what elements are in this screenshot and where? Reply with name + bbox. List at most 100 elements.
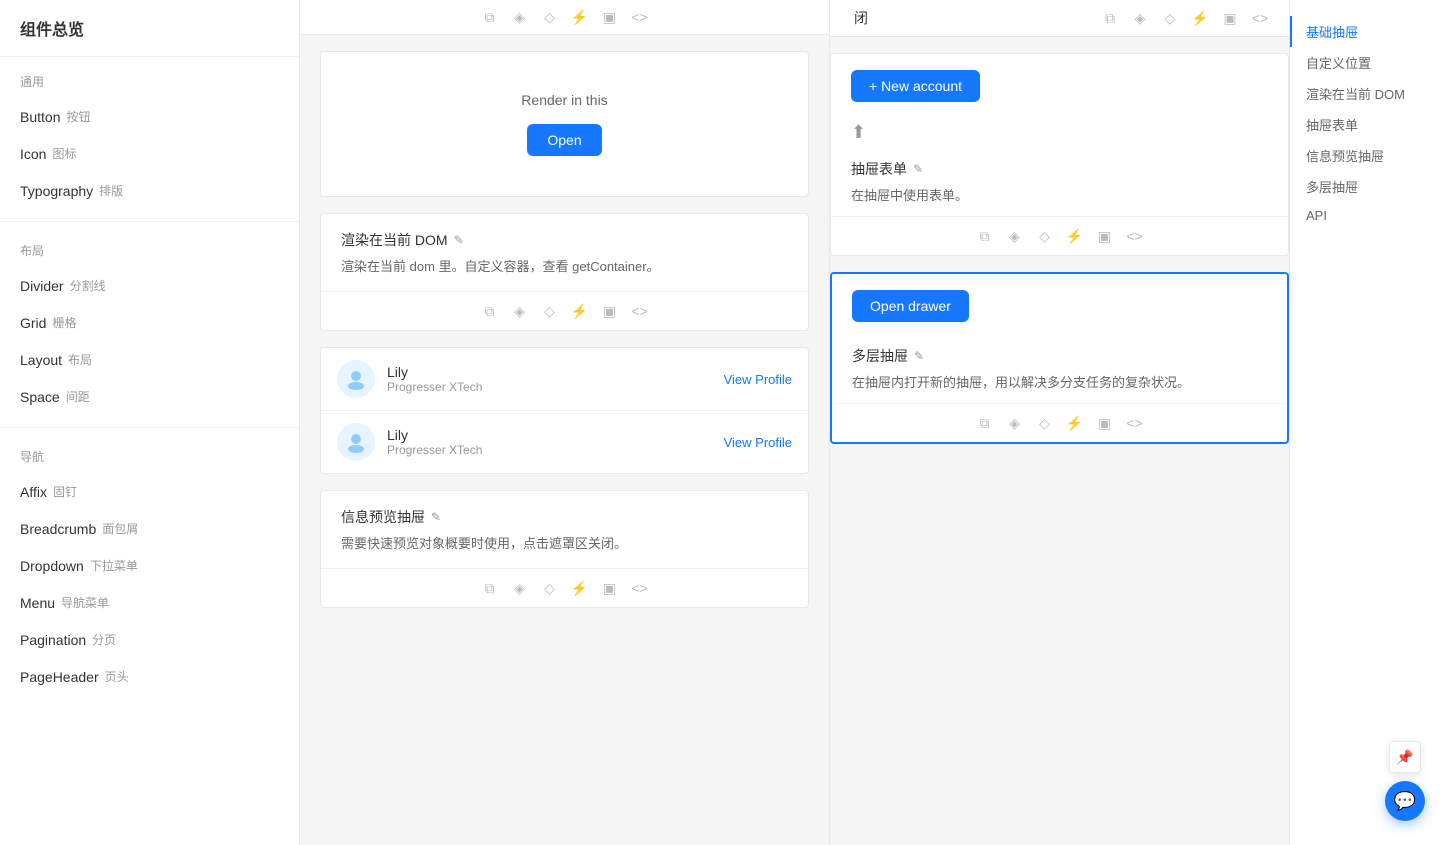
lightning-icon[interactable]: ⚡ — [1066, 414, 1084, 432]
render-dom-card: 渲染在当前 DOM ✎ 渲染在当前 dom 里。自定义容器，查看 getCont… — [320, 213, 809, 331]
sidebar-item-label: Menu — [20, 595, 55, 611]
diamond-icon[interactable]: ◇ — [541, 579, 559, 597]
info-preview-edit-icon[interactable]: ✎ — [431, 510, 441, 524]
cube-icon[interactable]: ◈ — [511, 579, 529, 597]
code-icon[interactable]: <> — [631, 302, 649, 320]
view-profile-link[interactable]: View Profile — [724, 435, 792, 450]
cube-icon[interactable]: ◈ — [1006, 227, 1024, 245]
copy-icon[interactable]: ⧉ — [976, 227, 994, 245]
float-chat-button[interactable]: 💬 — [1385, 781, 1425, 821]
sidebar-item-breadcrumb[interactable]: Breadcrumb 面包屑 — [0, 510, 299, 547]
sidebar-item-menu[interactable]: Menu 导航菜单 — [0, 584, 299, 621]
multi-drawer-card: Open drawer 多层抽屉 ✎ 在抽屉内打开新的抽屉，用以解决多分支任务的… — [830, 272, 1289, 444]
open-button[interactable]: Open — [527, 124, 601, 156]
multi-drawer-edit-icon[interactable]: ✎ — [914, 349, 924, 363]
copy-icon[interactable]: ⧉ — [976, 414, 994, 432]
new-account-button[interactable]: + New account — [851, 70, 980, 102]
sidebar-section-nav: 导航 Affix 固钉 Breadcrumb 面包屑 Dropdown 下拉菜单… — [0, 432, 299, 703]
cube-icon[interactable]: ◈ — [1006, 414, 1024, 432]
lightning-icon[interactable]: ⚡ — [571, 302, 589, 320]
profile-info: Lily Progresser XTech — [387, 364, 712, 394]
sidebar-item-secondary: 布局 — [68, 351, 92, 368]
sidebar-item-secondary: 按钮 — [66, 108, 90, 125]
copy-icon[interactable]: ⧉ — [1101, 9, 1119, 27]
cube-icon[interactable]: ◈ — [511, 302, 529, 320]
lightning-icon[interactable]: ⚡ — [571, 579, 589, 597]
sidebar-item-secondary: 页头 — [105, 668, 129, 685]
sidebar-section-layout: 布局 Divider 分割线 Grid 栅格 Layout 布局 Space 间… — [0, 226, 299, 423]
code-icon[interactable]: <> — [1251, 9, 1269, 27]
sidebar-item-icon[interactable]: Icon 图标 — [0, 135, 299, 172]
sidebar-item-space[interactable]: Space 间距 — [0, 378, 299, 415]
divider — [0, 427, 299, 428]
toc-item-multidrawer[interactable]: 多层抽屉 — [1290, 171, 1449, 202]
file-icon[interactable]: ▣ — [1096, 227, 1114, 245]
sidebar-item-button[interactable]: Button 按钮 — [0, 98, 299, 135]
open-drawer-section: Open drawer — [832, 274, 1287, 330]
toc-item-api[interactable]: API — [1290, 202, 1449, 229]
cursor-icon: ⬆ — [851, 122, 866, 143]
code-icon[interactable]: <> — [631, 8, 649, 26]
info-preview-card: 信息预览抽屉 ✎ 需要快速预览对象概要时使用，点击遮罩区关闭。 ⧉ ◈ ◇ ⚡ … — [320, 490, 809, 608]
cube-icon[interactable]: ◈ — [511, 8, 529, 26]
sidebar: 组件总览 通用 Button 按钮 Icon 图标 Typography 排版 … — [0, 0, 300, 845]
sidebar-item-layout[interactable]: Layout 布局 — [0, 341, 299, 378]
render-dom-desc: 渲染在当前 dom 里。自定义容器，查看 getContainer。 — [341, 256, 788, 275]
file-icon[interactable]: ▣ — [601, 302, 619, 320]
lightning-icon[interactable]: ⚡ — [1066, 227, 1084, 245]
open-drawer-button[interactable]: Open drawer — [852, 290, 969, 322]
diamond-icon[interactable]: ◇ — [1036, 414, 1054, 432]
sidebar-item-label: Breadcrumb — [20, 521, 96, 537]
diamond-icon[interactable]: ◇ — [541, 8, 559, 26]
toc-item-drawerform[interactable]: 抽屉表单 — [1290, 109, 1449, 140]
profile-card: Lily Progresser XTech View Profile — [320, 347, 809, 474]
toc-item-infopreview[interactable]: 信息预览抽屉 — [1290, 140, 1449, 171]
copy-icon[interactable]: ⧉ — [481, 8, 499, 26]
sidebar-item-secondary: 栅格 — [52, 314, 76, 331]
table-of-contents: 基础抽屉 自定义位置 渲染在当前 DOM 抽屉表单 信息预览抽屉 多层抽屉 AP… — [1289, 0, 1449, 845]
diamond-icon[interactable]: ◇ — [1036, 227, 1054, 245]
sidebar-item-typography[interactable]: Typography 排版 — [0, 172, 299, 209]
file-icon[interactable]: ▣ — [1221, 9, 1239, 27]
top-strip-icons: ⧉ ◈ ◇ ⚡ ▣ <> — [481, 8, 649, 26]
sidebar-item-secondary: 导航菜单 — [61, 594, 109, 611]
lightning-icon[interactable]: ⚡ — [1191, 9, 1209, 27]
sidebar-item-label: Icon — [20, 146, 46, 162]
sidebar-item-affix[interactable]: Affix 固钉 — [0, 473, 299, 510]
sidebar-item-pageheader[interactable]: PageHeader 页头 — [0, 658, 299, 695]
sidebar-item-divider[interactable]: Divider 分割线 — [0, 267, 299, 304]
right-top-strip: 闭 ⧉ ◈ ◇ ⚡ ▣ <> — [830, 0, 1289, 37]
drawer-form-edit-icon[interactable]: ✎ — [913, 162, 923, 176]
file-icon[interactable]: ▣ — [601, 8, 619, 26]
render-dom-toolbar: ⧉ ◈ ◇ ⚡ ▣ <> — [321, 291, 808, 330]
render-dom-section: 渲染在当前 DOM ✎ 渲染在当前 dom 里。自定义容器，查看 getCont… — [321, 214, 808, 291]
render-in-this-text: Render in this — [341, 92, 788, 108]
copy-icon[interactable]: ⧉ — [481, 579, 499, 597]
code-icon[interactable]: <> — [1126, 414, 1144, 432]
render-dom-edit-icon[interactable]: ✎ — [454, 233, 464, 247]
view-profile-link[interactable]: View Profile — [724, 372, 792, 387]
sidebar-item-secondary: 分页 — [92, 631, 116, 648]
multi-drawer-toolbar: ⧉ ◈ ◇ ⚡ ▣ <> — [832, 403, 1287, 442]
file-icon[interactable]: ▣ — [601, 579, 619, 597]
sidebar-item-grid[interactable]: Grid 栅格 — [0, 304, 299, 341]
diamond-icon[interactable]: ◇ — [1161, 9, 1179, 27]
code-icon[interactable]: <> — [1126, 227, 1144, 245]
profile-info: Lily Progresser XTech — [387, 427, 712, 457]
unpin-button[interactable]: 📌 — [1389, 741, 1421, 773]
diamond-icon[interactable]: ◇ — [541, 302, 559, 320]
profile-sub: Progresser XTech — [387, 443, 712, 457]
multi-drawer-desc: 在抽屉内打开新的抽屉，用以解决多分支任务的复杂状况。 — [852, 372, 1267, 391]
cube-icon[interactable]: ◈ — [1131, 9, 1149, 27]
lightning-icon[interactable]: ⚡ — [571, 8, 589, 26]
unpin-icon: 📌 — [1396, 749, 1413, 766]
sidebar-item-pagination[interactable]: Pagination 分页 — [0, 621, 299, 658]
file-icon[interactable]: ▣ — [1096, 414, 1114, 432]
copy-icon[interactable]: ⧉ — [481, 302, 499, 320]
toc-item-custom[interactable]: 自定义位置 — [1290, 47, 1449, 78]
drawer-form-title: 抽屉表单 ✎ — [851, 159, 1268, 179]
toc-item-renderdom[interactable]: 渲染在当前 DOM — [1290, 78, 1449, 109]
sidebar-item-dropdown[interactable]: Dropdown 下拉菜单 — [0, 547, 299, 584]
code-icon[interactable]: <> — [631, 579, 649, 597]
toc-item-basic[interactable]: 基础抽屉 — [1290, 16, 1449, 47]
